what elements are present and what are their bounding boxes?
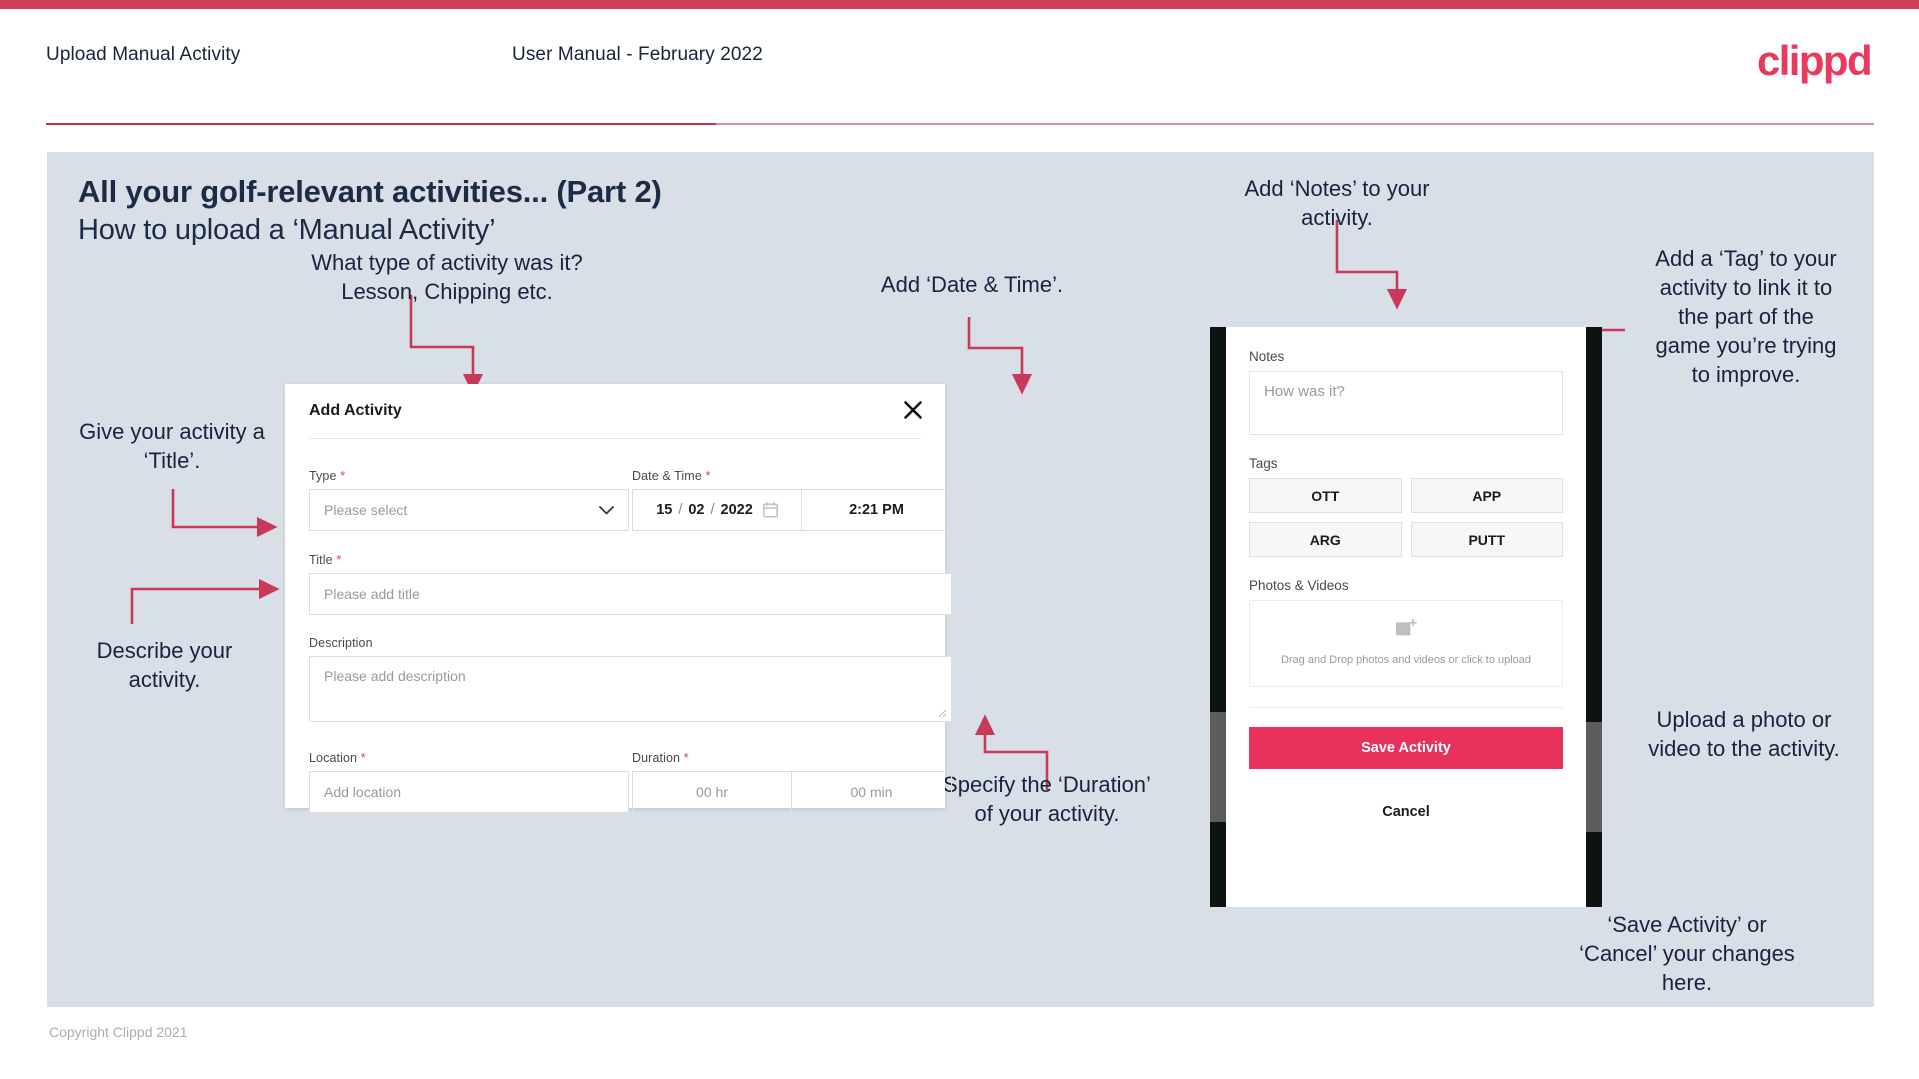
duration-hours-placeholder: 00 hr bbox=[696, 784, 728, 800]
field-duration: Duration * 00 hr 00 min bbox=[632, 750, 952, 813]
tag-button-putt[interactable]: PUTT bbox=[1410, 522, 1563, 557]
phone-tags-section: Tags OTT APP ARG PUTT bbox=[1249, 456, 1563, 557]
header-subtitle: User Manual - February 2022 bbox=[512, 44, 763, 65]
type-select-placeholder: Please select bbox=[324, 502, 408, 518]
save-activity-button[interactable]: Save Activity bbox=[1249, 727, 1563, 769]
field-duration-label-text: Duration bbox=[632, 751, 681, 765]
phone-notes-section: Notes How was it? bbox=[1249, 349, 1563, 435]
description-textarea[interactable]: Please add description bbox=[309, 656, 952, 722]
field-description-label-text: Description bbox=[309, 636, 373, 650]
field-description-label: Description bbox=[309, 636, 952, 650]
phone-notes-label: Notes bbox=[1249, 349, 1285, 364]
required-marker: * bbox=[360, 750, 366, 765]
duration-controls: 00 hr 00 min bbox=[632, 771, 952, 813]
required-marker: * bbox=[705, 468, 711, 483]
phone-notes-placeholder: How was it? bbox=[1264, 383, 1345, 400]
description-placeholder: Please add description bbox=[324, 668, 466, 684]
field-title-label: Title * bbox=[309, 552, 952, 567]
phone-mockup: Notes How was it? Tags OTT APP ARG PUTT bbox=[1210, 327, 1602, 907]
duration-hours-input[interactable]: 00 hr bbox=[632, 771, 792, 813]
header-title: Upload Manual Activity bbox=[46, 44, 241, 65]
type-select[interactable]: Please select bbox=[309, 489, 629, 531]
tag-button-ott[interactable]: OTT bbox=[1249, 478, 1402, 513]
required-marker: * bbox=[340, 468, 346, 483]
dropzone-text: Drag and Drop photos and videos or click… bbox=[1280, 654, 1532, 666]
date-month: 02 bbox=[688, 502, 705, 518]
slide-panel: All your golf-relevant activities... (Pa… bbox=[47, 152, 1874, 1007]
photo-upload-dropzone[interactable]: Drag and Drop photos and videos or click… bbox=[1249, 600, 1563, 687]
clippd-logo: clippd bbox=[1756, 37, 1873, 84]
annotation-notes: Add ‘Notes’ to your activity. bbox=[1244, 176, 1430, 230]
field-title-label-text: Title bbox=[309, 553, 333, 567]
field-description: Description Please add description bbox=[309, 636, 952, 722]
date-sep-2: / bbox=[710, 502, 715, 518]
phone-screen: Notes How was it? Tags OTT APP ARG PUTT bbox=[1226, 327, 1586, 907]
field-location: Location * Add location bbox=[309, 750, 629, 813]
datetime-controls: 15 / 02 / 2022 2:21 PM bbox=[632, 489, 952, 531]
dialog-header: Add Activity bbox=[285, 384, 945, 438]
footer-copyright: Copyright Clippd 2021 bbox=[49, 1024, 188, 1040]
annotation-title: Give your activity a ‘Title’. bbox=[79, 419, 265, 473]
field-datetime: Date & Time * 15 / 02 / 2022 2:21 PM bbox=[632, 468, 952, 531]
required-marker: * bbox=[683, 750, 689, 765]
calendar-icon[interactable] bbox=[762, 502, 778, 518]
chevron-down-icon bbox=[599, 502, 628, 518]
tag-button-app[interactable]: APP bbox=[1410, 478, 1563, 513]
add-activity-dialog: Add Activity Type * Please select Date &… bbox=[285, 384, 952, 813]
annotation-tags: Add a ‘Tag’ to your activity to link it … bbox=[1655, 246, 1837, 387]
location-input[interactable]: Add location bbox=[309, 771, 629, 813]
phone-frame-left bbox=[1210, 327, 1226, 907]
date-input[interactable]: 15 / 02 / 2022 bbox=[632, 489, 802, 531]
phone-tag-grid: OTT APP ARG PUTT bbox=[1249, 478, 1563, 557]
time-value: 2:21 PM bbox=[849, 502, 904, 518]
phone-photos-section: Photos & Videos Drag and Drop photos and… bbox=[1249, 578, 1563, 687]
duration-minutes-placeholder: 00 min bbox=[850, 784, 893, 800]
annotation-photos: Upload a photo or video to the activity. bbox=[1648, 707, 1840, 761]
date-day: 15 bbox=[656, 502, 673, 518]
phone-frame-right bbox=[1586, 327, 1602, 907]
field-title: Title * Please add title bbox=[309, 552, 952, 615]
field-location-label-text: Location bbox=[309, 751, 358, 765]
phone-photos-label: Photos & Videos bbox=[1249, 578, 1349, 593]
field-type-label-text: Type bbox=[309, 469, 337, 483]
phone-button-right bbox=[1586, 722, 1602, 832]
field-datetime-label-text: Date & Time bbox=[632, 469, 702, 483]
tag-button-arg[interactable]: ARG bbox=[1249, 522, 1402, 557]
dialog-divider bbox=[309, 438, 921, 439]
annotation-save: ‘Save Activity’ or ‘Cancel’ your changes… bbox=[1579, 912, 1795, 995]
cancel-button[interactable]: Cancel bbox=[1249, 804, 1563, 820]
resize-handle-icon[interactable] bbox=[938, 709, 948, 719]
field-location-label: Location * bbox=[309, 750, 629, 765]
phone-tags-label: Tags bbox=[1249, 456, 1278, 471]
header-divider-soft bbox=[716, 123, 1874, 125]
field-duration-label: Duration * bbox=[632, 750, 952, 765]
title-input[interactable]: Please add title bbox=[309, 573, 952, 615]
annotation-datetime: Add ‘Date & Time’. bbox=[880, 272, 1064, 297]
duration-minutes-input[interactable]: 00 min bbox=[792, 771, 952, 813]
phone-divider bbox=[1249, 707, 1563, 708]
required-marker: * bbox=[336, 552, 342, 567]
slide-subtitle: How to upload a ‘Manual Activity’ bbox=[78, 214, 496, 246]
top-accent-bar bbox=[0, 0, 1919, 9]
phone-notes-input[interactable]: How was it? bbox=[1249, 371, 1563, 435]
field-type-label: Type * bbox=[309, 468, 629, 483]
location-placeholder: Add location bbox=[324, 784, 402, 800]
annotation-description: Describe your activity. bbox=[96, 638, 233, 692]
add-image-icon bbox=[1395, 618, 1417, 644]
field-type: Type * Please select bbox=[309, 468, 629, 531]
field-datetime-label: Date & Time * bbox=[632, 468, 952, 483]
phone-button-left bbox=[1210, 712, 1226, 822]
slide-root: Upload Manual Activity User Manual - Feb… bbox=[0, 0, 1919, 1079]
dialog-title: Add Activity bbox=[309, 402, 402, 419]
time-input[interactable]: 2:21 PM bbox=[802, 489, 952, 531]
date-year: 2022 bbox=[720, 502, 753, 518]
date-sep-1: / bbox=[678, 502, 683, 518]
close-icon[interactable] bbox=[900, 397, 926, 423]
slide-title: All your golf-relevant activities... (Pa… bbox=[78, 174, 662, 209]
annotation-type: What type of activity was it? Lesson, Ch… bbox=[311, 250, 583, 304]
title-input-placeholder: Please add title bbox=[324, 586, 420, 602]
